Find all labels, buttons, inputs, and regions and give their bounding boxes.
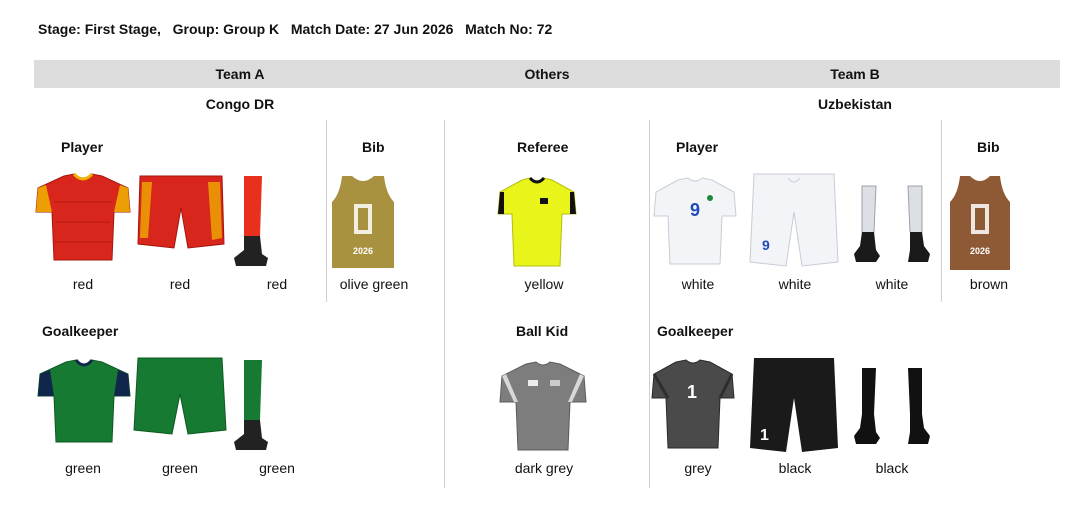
match-date-value: 27 Jun 2026: [374, 21, 454, 37]
team-a-bib-icon: 2026: [332, 176, 394, 268]
match-date-label: Match Date:: [290, 21, 371, 37]
referee-shirt-icon: [497, 176, 577, 267]
ball-kid-color: dark grey: [514, 460, 574, 476]
team-a-player-title: Player: [61, 139, 104, 155]
team-a-goalkeeper-shirt-icon: [37, 359, 131, 443]
others-left-divider: [444, 120, 445, 488]
team-a-goalkeeper-socks-color: green: [259, 460, 295, 476]
ball-kid-shirt-icon: [499, 361, 587, 451]
team-a-goalkeeper-shirt-color: green: [65, 460, 101, 476]
team-b-player-title: Player: [676, 139, 719, 155]
team-a-name: Congo DR: [205, 96, 275, 112]
svg-text:9: 9: [690, 200, 700, 220]
team-a-goalkeeper-title: Goalkeeper: [42, 323, 119, 339]
match-info-line: Stage: First Stage, Group: Group K Match…: [38, 21, 552, 37]
team-b-goalkeeper-shirt-color: grey: [684, 460, 712, 476]
team-b-name: Uzbekistan: [818, 96, 892, 112]
team-b-player-shorts-color: white: [778, 276, 812, 292]
team-b-bib-divider: [941, 120, 942, 302]
team-b-goalkeeper-socks-icon: [854, 368, 930, 444]
ball-kid-title: Ball Kid: [516, 323, 569, 339]
team-b-bib-title: Bib: [977, 139, 1000, 155]
svg-text:2026: 2026: [353, 246, 373, 256]
svg-text:9: 9: [762, 237, 770, 253]
team-b-bib-icon: 2026: [950, 176, 1010, 270]
match-no-label: Match No:: [465, 21, 533, 37]
team-a-player-socks-icon: [234, 176, 268, 266]
svg-text:2026: 2026: [970, 246, 990, 256]
group-label: Group:: [172, 21, 220, 37]
team-b-goalkeeper-shirt-icon: 1: [651, 359, 735, 449]
team-a-player-socks-color: red: [266, 276, 288, 292]
team-a-goalkeeper-socks-icon: [234, 360, 268, 450]
match-no-value: 72: [536, 21, 553, 37]
team-a-player-shorts-color: red: [169, 276, 191, 292]
team-a-player-shirt-icon: [35, 172, 131, 261]
team-b-bib-color: brown: [969, 276, 1009, 292]
team-a-player-shorts-icon: [137, 175, 225, 249]
team-a-goalkeeper-shorts-icon: [133, 357, 227, 435]
team-a-bib-color: olive green: [339, 276, 409, 292]
team-b-goalkeeper-title: Goalkeeper: [657, 323, 734, 339]
group-value: Group K: [223, 21, 280, 37]
team-a-bib-title: Bib: [362, 139, 385, 155]
team-b-player-socks-color: white: [875, 276, 909, 292]
team-a-goalkeeper-shorts-color: green: [162, 460, 198, 476]
referee-title: Referee: [517, 139, 569, 155]
svg-text:1: 1: [760, 427, 769, 444]
team-b-player-socks-icon: [854, 185, 930, 262]
team-b-column-header: Team B: [830, 66, 880, 82]
svg-text:1: 1: [687, 382, 697, 402]
others-column-header: Others: [524, 66, 570, 82]
team-b-player-shorts-icon: 9: [749, 173, 839, 267]
team-a-player-shirt-color: red: [72, 276, 94, 292]
team-b-player-shirt-color: white: [681, 276, 715, 292]
stage-value: First Stage,: [84, 21, 161, 37]
team-b-goalkeeper-shorts-icon: 1: [750, 358, 838, 452]
team-a-column-header: Team A: [215, 66, 265, 82]
team-b-player-shirt-icon: 9: [653, 177, 737, 265]
team-b-goalkeeper-shorts-color: black: [778, 460, 812, 476]
stage-label: Stage:: [38, 21, 81, 37]
team-b-goalkeeper-socks-color: black: [875, 460, 909, 476]
team-a-bib-divider: [326, 120, 327, 302]
referee-color: yellow: [524, 276, 564, 292]
